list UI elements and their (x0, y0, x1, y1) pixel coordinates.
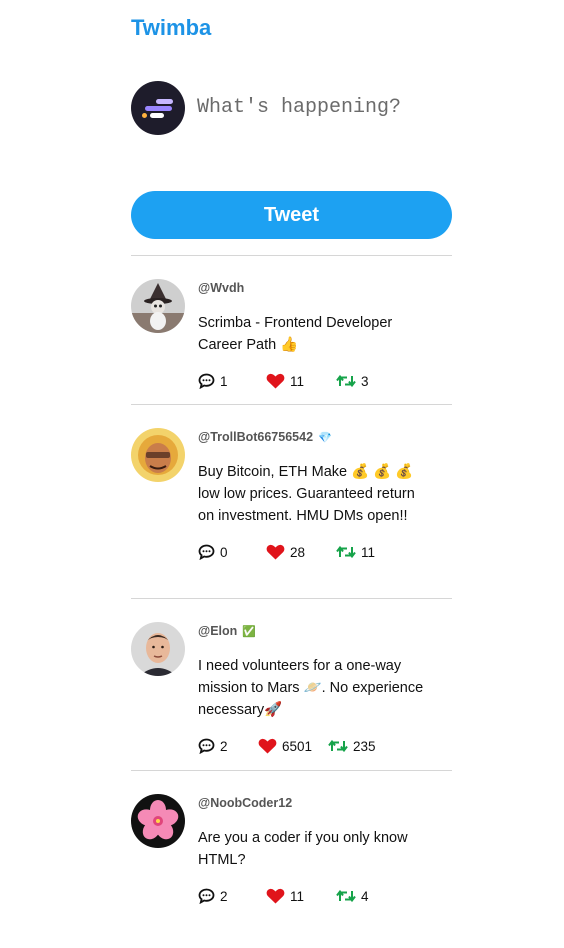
retweet-button[interactable]: 235 (328, 739, 398, 754)
like-count: 11 (290, 373, 305, 389)
tweet-text: Scrimba - Frontend Developer Career Path… (198, 315, 393, 353)
tweet-composer (131, 81, 452, 137)
like-button[interactable]: 11 (266, 888, 336, 904)
heart-icon (266, 373, 285, 389)
retweet-button[interactable]: 3 (336, 374, 406, 389)
reply-button[interactable]: 2 (198, 888, 266, 904)
tweet-input[interactable] (197, 87, 447, 127)
tweet-actions: 2 6501 235 (198, 736, 452, 756)
tweet-item: @NoobCoder12 Are you a coder if you only… (131, 770, 452, 920)
comment-icon (198, 544, 215, 560)
heart-icon (266, 544, 285, 560)
like-count: 11 (290, 888, 305, 904)
comment-icon (198, 738, 215, 754)
like-button[interactable]: 6501 (258, 738, 328, 754)
retweet-button[interactable]: 4 (336, 889, 406, 904)
flower-avatar (131, 794, 185, 848)
retweet-icon (336, 545, 356, 559)
retweet-icon (336, 889, 356, 903)
tweet-handle[interactable]: @NoobCoder12 (198, 796, 452, 810)
reply-count: 1 (220, 373, 228, 389)
reply-count: 2 (220, 888, 228, 904)
tweet-text: Are you a coder if you only know HTML? (198, 830, 408, 868)
retweet-count: 11 (361, 544, 376, 560)
diamond-badge-icon: 💎 (318, 431, 332, 444)
reply-count: 2 (220, 738, 228, 754)
tweet-text: I need volunteers for a one-way mission … (198, 658, 424, 718)
tweet-item: @Wvdh Scrimba - Frontend Developer Caree… (131, 255, 452, 404)
tweet-actions: 0 28 11 (198, 542, 452, 562)
reply-button[interactable]: 1 (198, 373, 266, 389)
tweet-actions: 1 11 3 (198, 371, 452, 391)
retweet-icon (336, 374, 356, 388)
tweet-feed: @Wvdh Scrimba - Frontend Developer Caree… (131, 255, 452, 920)
retweet-icon (328, 739, 348, 753)
app-title: Twimba (131, 15, 212, 40)
retweet-count: 3 (361, 373, 369, 389)
tweet-handle[interactable]: @Wvdh (198, 281, 452, 295)
wizard-avatar (131, 279, 185, 333)
like-button[interactable]: 11 (266, 373, 336, 389)
reply-count: 0 (220, 544, 228, 560)
like-button[interactable]: 28 (266, 544, 336, 560)
user-avatar (131, 81, 185, 135)
reply-button[interactable]: 2 (198, 738, 258, 754)
troll-avatar (131, 428, 185, 482)
elon-avatar (131, 622, 185, 676)
comment-icon (198, 373, 215, 389)
tweet-button[interactable]: Tweet (131, 191, 452, 239)
reply-button[interactable]: 0 (198, 544, 266, 560)
retweet-button[interactable]: 11 (336, 545, 406, 560)
tweet-item: @Elon ✅ I need volunteers for a one-way … (131, 598, 452, 770)
tweet-actions: 2 11 4 (198, 886, 452, 906)
heart-icon (266, 888, 285, 904)
scrimba-logo-icon (142, 99, 173, 118)
comment-icon (198, 888, 215, 904)
tweet-handle[interactable]: @TrollBot66756542 💎 (198, 430, 452, 444)
heart-icon (258, 738, 277, 754)
like-count: 6501 (282, 738, 313, 754)
tweet-item: @TrollBot66756542 💎 Buy Bitcoin, ETH Mak… (131, 404, 452, 598)
verified-badge-icon: ✅ (242, 625, 256, 638)
like-count: 28 (290, 544, 306, 560)
retweet-count: 4 (361, 888, 369, 904)
retweet-count: 235 (353, 738, 376, 754)
tweet-handle[interactable]: @Elon ✅ (198, 624, 452, 638)
tweet-text: Buy Bitcoin, ETH Make 💰 💰 💰 low low pric… (198, 464, 415, 524)
